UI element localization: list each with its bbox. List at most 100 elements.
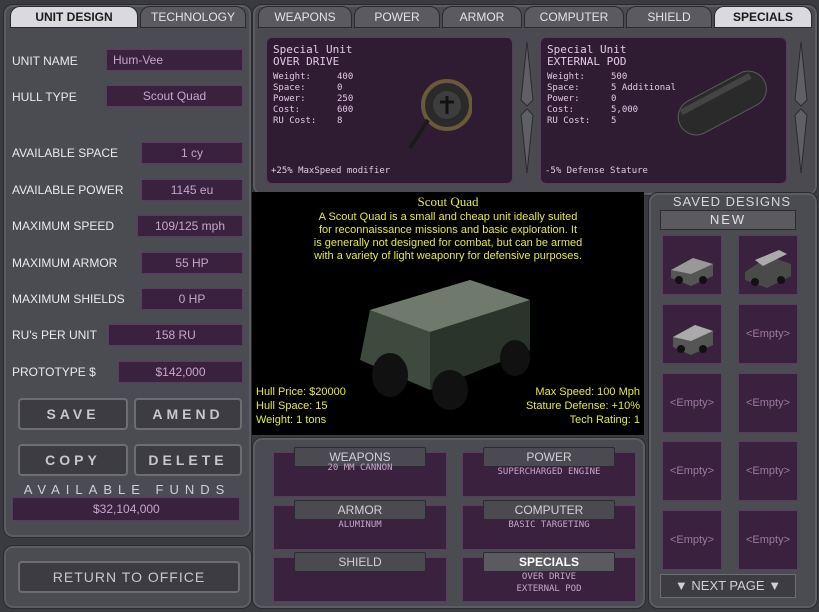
card-name: OVER DRIVE: [273, 55, 340, 68]
weapons-value: 20 MM CANNON: [327, 463, 393, 473]
shields-value: 0 HP: [141, 288, 243, 310]
specials-value-2: EXTERNAL POD: [516, 584, 582, 594]
v-ru: 8: [337, 116, 343, 126]
available-funds-label: AVAILABLE FUNDS: [23, 482, 231, 497]
unit-name-label: UNIT NAME: [12, 54, 78, 68]
k-cost: Cost:: [273, 105, 301, 115]
saved-slot-2[interactable]: [738, 235, 798, 295]
armor-value: ALUMINUM: [338, 520, 382, 530]
saved-slot-1[interactable]: [662, 235, 722, 295]
armor-value: 55 HP: [141, 252, 243, 274]
scroll-arrows-right-icon[interactable]: [794, 40, 808, 175]
card-modifier: -5% Defense Stature: [545, 166, 648, 176]
computer-slot[interactable]: COMPUTER BASIC TARGETING: [462, 500, 636, 550]
power-label: AVAILABLE POWER: [12, 183, 124, 197]
specials-slot[interactable]: SPECIALS OVER DRIVE EXTERNAL POD: [462, 552, 636, 602]
ru-value: 158 RU: [108, 324, 243, 346]
v-weight: 400: [337, 72, 354, 82]
armor-slot[interactable]: ARMOR ALUMINUM: [273, 500, 447, 550]
tab-technology[interactable]: TECHNOLOGY: [140, 6, 246, 28]
k-power: Power:: [273, 94, 306, 104]
unit-name-field[interactable]: Hum-Vee: [106, 49, 243, 71]
tab-power[interactable]: POWER: [354, 6, 440, 28]
shield-slot[interactable]: SHIELD: [273, 552, 447, 602]
saved-slot-6[interactable]: <Empty>: [738, 373, 798, 433]
saved-slot-9[interactable]: <Empty>: [662, 510, 722, 570]
weapons-slot[interactable]: WEAPONS 20 MM CANNON: [273, 447, 447, 497]
hull-space: Hull Space: 15: [256, 400, 328, 412]
k-weight: Weight:: [273, 72, 311, 82]
saved-slot-4[interactable]: <Empty>: [738, 304, 798, 364]
armor-label: MAXIMUM ARMOR: [12, 256, 118, 270]
tab-shield[interactable]: SHIELD: [626, 6, 712, 28]
hull-max-speed: Max Speed: 100 Mph: [535, 386, 640, 398]
return-to-office-button[interactable]: RETURN TO OFFICE: [18, 561, 240, 593]
v-space: 0: [337, 83, 343, 93]
v-power: 0: [611, 94, 617, 104]
next-page-button[interactable]: ▼ NEXT PAGE ▼: [660, 574, 796, 598]
scroll-arrows-left-icon[interactable]: [520, 40, 534, 175]
hull-title: Scout Quad: [417, 194, 479, 209]
k-cost: Cost:: [547, 105, 575, 115]
k-ru: RU Cost:: [547, 116, 591, 126]
tab-armor[interactable]: ARMOR: [442, 6, 522, 28]
hull-desc-1: A Scout Quad is a small and cheap unit i…: [318, 211, 578, 223]
external-pod-part-image: [677, 70, 767, 136]
tab-computer[interactable]: COMPUTER: [524, 6, 624, 28]
saved-slot-8[interactable]: <Empty>: [738, 441, 798, 501]
saved-designs-title: SAVED DESIGNS: [672, 194, 792, 209]
tab-specials[interactable]: SPECIALS: [714, 6, 812, 28]
hull-stature: Stature Defense: +10%: [525, 400, 640, 412]
save-button[interactable]: SAVE: [18, 398, 128, 430]
special-card-overdrive[interactable]: Special Unit OVER DRIVE Weight: 400 Spac…: [266, 37, 513, 184]
v-weight: 500: [611, 72, 628, 82]
delete-button[interactable]: DELETE: [134, 444, 242, 476]
speed-label: MAXIMUM SPEED: [12, 219, 115, 233]
saved-slot-5[interactable]: <Empty>: [662, 373, 722, 433]
speed-value: 109/125 mph: [137, 215, 243, 237]
shield-header: SHIELD: [294, 552, 426, 572]
card-modifier: +25% MaxSpeed modifier: [271, 166, 391, 176]
vehicle-thumbnail-icon: [673, 325, 713, 355]
hull-desc-2: for reconnaissance missions and basic ex…: [318, 224, 578, 236]
saved-slot-3[interactable]: [662, 304, 722, 364]
tab-unit-design[interactable]: UNIT DESIGN: [10, 6, 138, 28]
prototype-value: $142,000: [118, 361, 243, 383]
overdrive-part-image: [408, 79, 472, 150]
specials-header: SPECIALS: [483, 552, 615, 572]
shields-label: MAXIMUM SHIELDS: [12, 292, 125, 306]
computer-value: BASIC TARGETING: [508, 520, 590, 530]
armor-header: ARMOR: [294, 500, 426, 520]
k-space: Space:: [547, 83, 580, 93]
hull-type-label: HULL TYPE: [12, 90, 77, 104]
k-weight: Weight:: [547, 72, 585, 82]
hull-desc-4: with a variety of light weaponry for def…: [314, 250, 582, 262]
power-value: 1145 eu: [141, 179, 243, 201]
scout-quad-hull-image: [360, 280, 530, 410]
copy-button[interactable]: COPY: [18, 444, 128, 476]
space-label: AVAILABLE SPACE: [12, 146, 119, 160]
vehicle-thumbnail-icon: [745, 250, 791, 288]
tab-weapons[interactable]: WEAPONS: [258, 6, 352, 28]
saved-slot-10[interactable]: <Empty>: [738, 510, 798, 570]
saved-slot-7[interactable]: <Empty>: [662, 441, 722, 501]
power-header: POWER: [483, 447, 615, 467]
special-card-external-pod[interactable]: Special Unit EXTERNAL POD Weight: 500 Sp…: [540, 37, 787, 184]
power-value: SUPERCHARGED ENGINE: [497, 467, 601, 477]
new-design-button[interactable]: NEW: [660, 210, 796, 230]
hull-tech: Tech Rating: 1: [569, 414, 640, 426]
hull-weight: Weight: 1 tons: [256, 414, 327, 426]
k-power: Power:: [547, 94, 580, 104]
k-ru: RU Cost:: [273, 116, 317, 126]
ru-label: RU's PER UNIT: [12, 328, 97, 342]
k-space: Space:: [273, 83, 306, 93]
available-funds-value: $32,104,000: [12, 497, 240, 521]
prototype-label: PROTOTYPE $: [12, 365, 96, 379]
amend-button[interactable]: AMEND: [134, 398, 242, 430]
v-cost: 600: [337, 105, 354, 115]
hull-price: Hull Price: $20000: [256, 386, 346, 398]
vehicle-thumbnail-icon: [671, 258, 713, 286]
hull-type-field[interactable]: Scout Quad: [106, 85, 243, 107]
v-power: 250: [337, 94, 354, 104]
power-slot[interactable]: POWER SUPERCHARGED ENGINE: [462, 447, 636, 497]
